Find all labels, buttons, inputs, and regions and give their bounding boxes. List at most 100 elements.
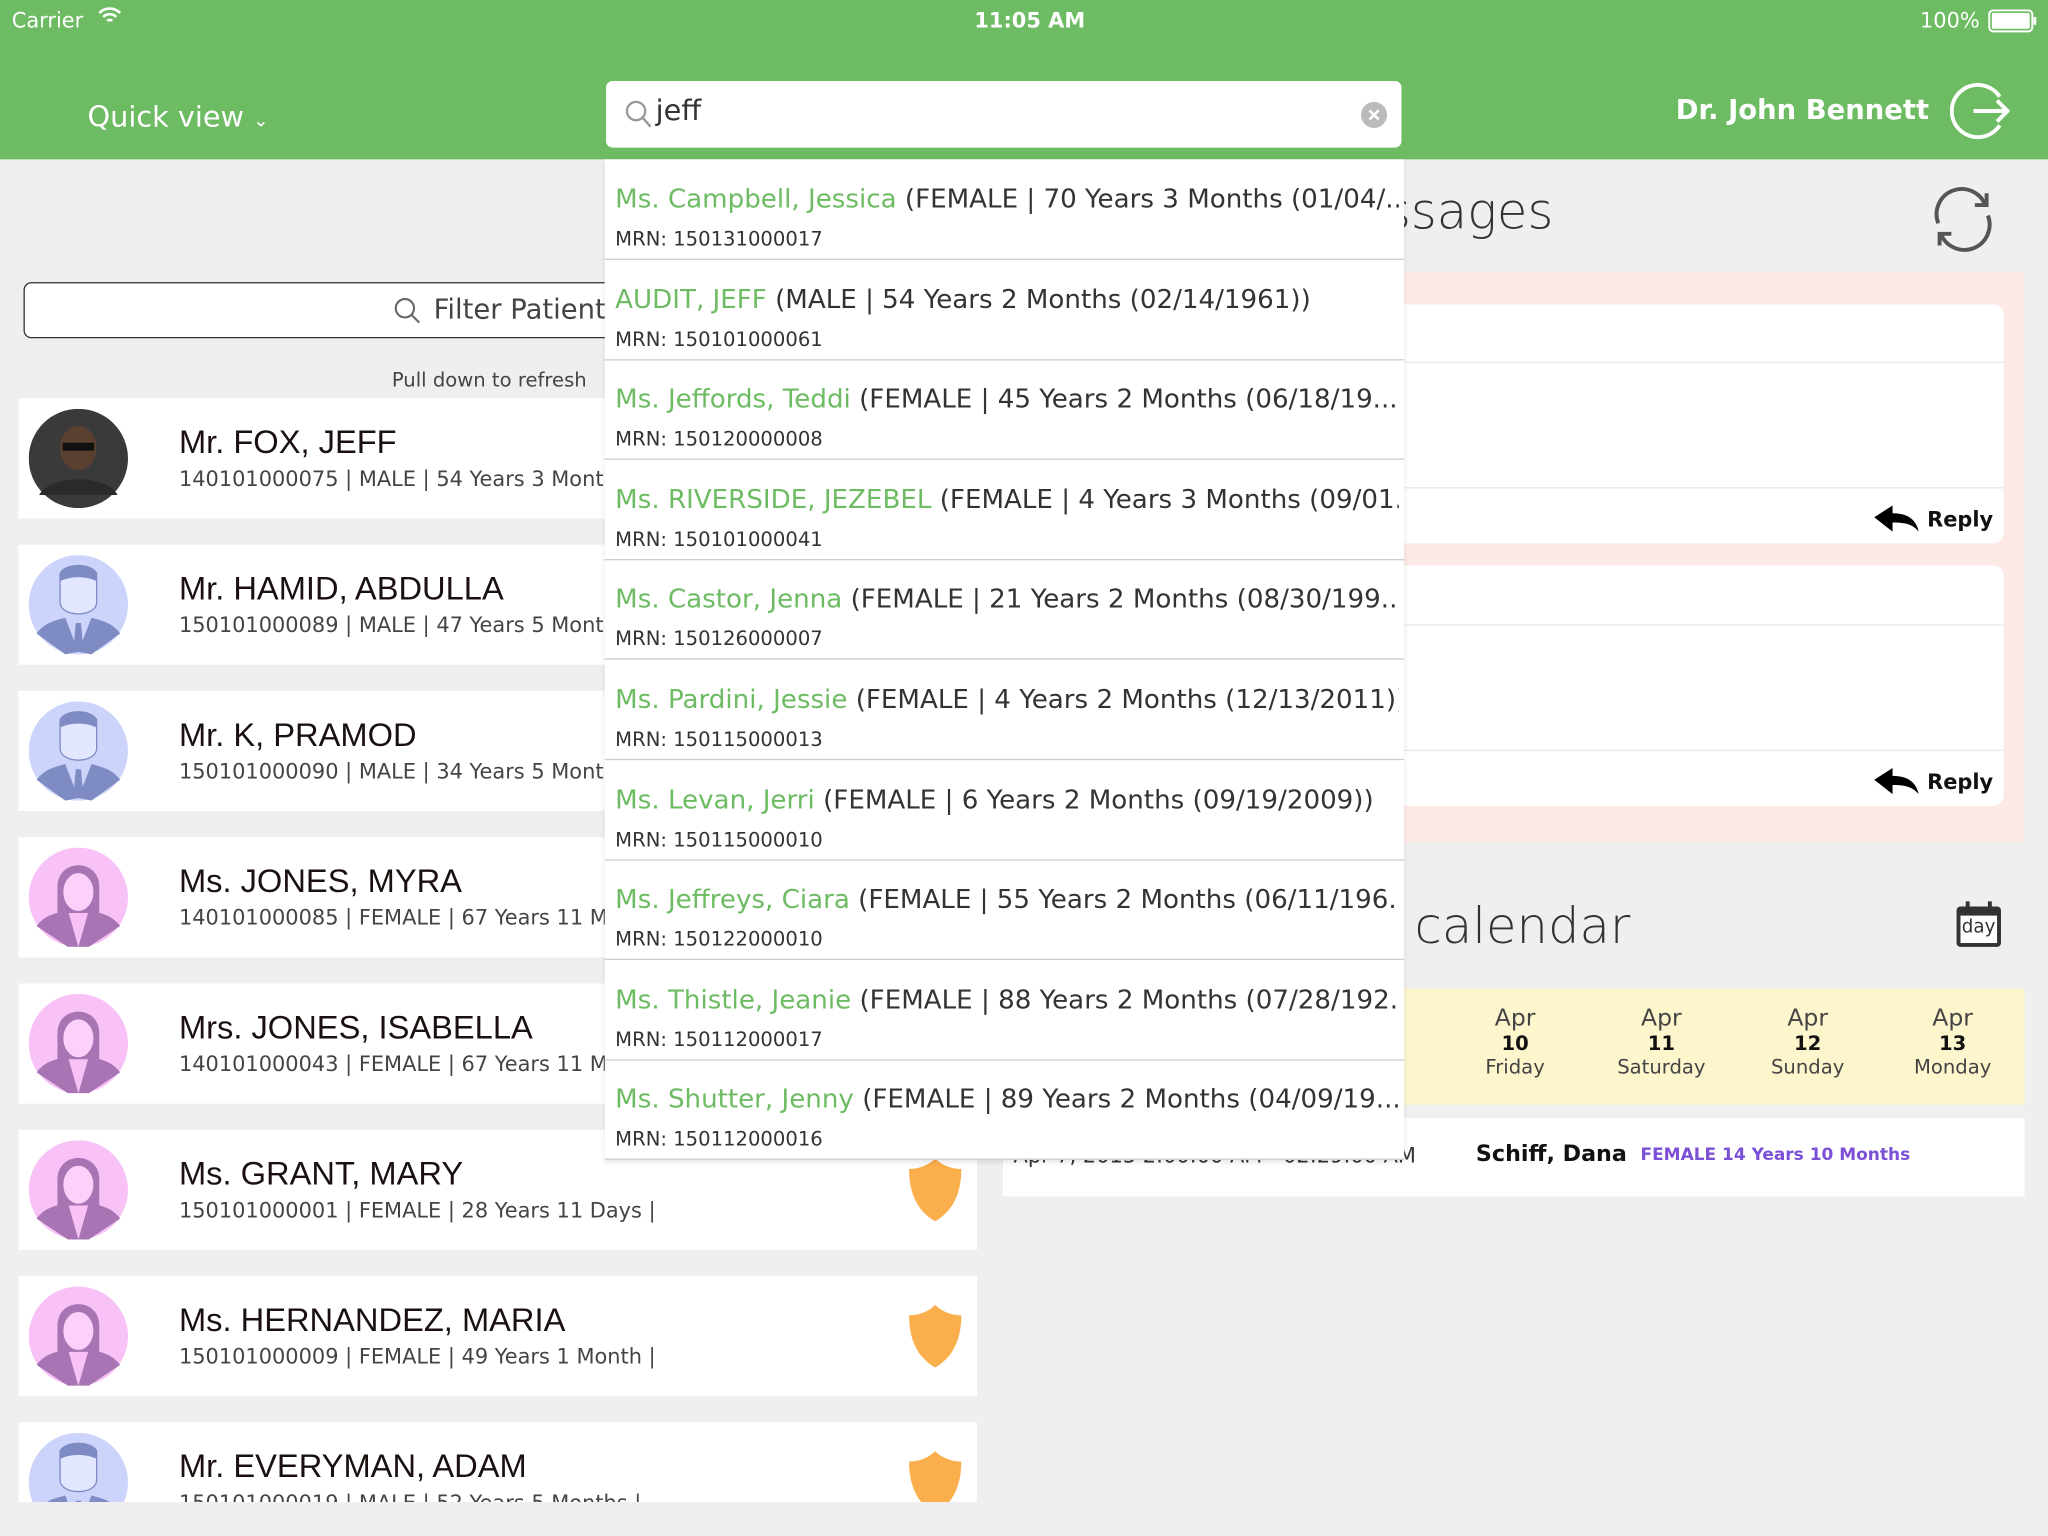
result-mrn: MRN: 150115000010 bbox=[615, 827, 823, 852]
result-info: (FEMALE | 21 Years 2 Months (08/30/199..… bbox=[850, 583, 1399, 615]
day-weekday: Monday bbox=[1913, 1055, 1992, 1079]
shield-icon bbox=[909, 1158, 962, 1222]
calendar-day[interactable]: Apr 10 Friday bbox=[1443, 1004, 1587, 1078]
avatar bbox=[28, 1432, 128, 1503]
search-result-item[interactable]: Ms. Pardini, Jessie (FEMALE | 4 Years 2 … bbox=[604, 660, 1405, 761]
patient-details: 150101000089 | MALE | 47 Years 5 Month bbox=[178, 612, 617, 638]
result-info: (FEMALE | 6 Years 2 Months (09/19/2009)) bbox=[823, 783, 1374, 815]
day-view-icon[interactable]: day bbox=[1955, 901, 2002, 948]
result-mrn: MRN: 150101000041 bbox=[615, 527, 823, 551]
avatar bbox=[28, 1140, 128, 1240]
refresh-icon[interactable] bbox=[1928, 184, 1999, 255]
result-mrn: MRN: 150112000017 bbox=[615, 1027, 823, 1052]
result-name: Ms. Castor, Jenna bbox=[615, 583, 843, 615]
calendar-day[interactable]: Apr 13 Monday bbox=[1881, 1004, 2025, 1078]
result-mrn: MRN: 150126000007 bbox=[615, 627, 823, 651]
patient-card[interactable]: Mr. EVERYMAN, ADAM 150101000019 | MALE |… bbox=[18, 1422, 977, 1503]
result-info: (FEMALE | 55 Years 2 Months (06/11/196..… bbox=[858, 883, 1399, 915]
day-month: Apr bbox=[1494, 1004, 1536, 1032]
avatar bbox=[28, 555, 128, 655]
patient-card[interactable]: Ms. HERNANDEZ, MARIA 150101000009 | FEMA… bbox=[18, 1276, 977, 1397]
patient-details: 140101000043 | FEMALE | 67 Years 11 Mo bbox=[178, 1051, 621, 1077]
avatar bbox=[28, 993, 128, 1094]
search-results-dropdown: Ms. Campbell, Jessica (FEMALE | 70 Years… bbox=[604, 159, 1405, 1161]
search-result-item[interactable]: Ms. Levan, Jerri (FEMALE | 6 Years 2 Mon… bbox=[604, 760, 1405, 861]
result-info: (MALE | 54 Years 2 Months (02/14/1961)) bbox=[775, 282, 1311, 315]
shield-icon bbox=[909, 1451, 962, 1503]
avatar bbox=[28, 1286, 128, 1386]
appointment-patient-info: FEMALE 14 Years 10 Months bbox=[1640, 1145, 1911, 1166]
patient-details: 150101000001 | FEMALE | 28 Years 11 Days… bbox=[178, 1197, 656, 1223]
shield-icon bbox=[909, 1304, 962, 1368]
result-info: (FEMALE | 4 Years 2 Months (12/13/2011)) bbox=[855, 683, 1399, 715]
result-mrn: MRN: 150115000013 bbox=[615, 727, 823, 752]
reply-icon bbox=[1874, 505, 1920, 532]
search-result-item[interactable]: Ms. Jeffords, Teddi (FEMALE | 45 Years 2… bbox=[604, 359, 1405, 460]
day-number: 10 bbox=[1501, 1031, 1529, 1056]
result-name: Ms. Thistle, Jeanie bbox=[615, 983, 852, 1015]
result-name: Ms. Jeffreys, Ciara bbox=[615, 883, 850, 915]
result-mrn: MRN: 150120000008 bbox=[615, 427, 823, 451]
result-mrn: MRN: 150131000017 bbox=[615, 227, 823, 251]
calendar-day[interactable]: Apr 11 Saturday bbox=[1590, 1004, 1734, 1078]
pull-to-refresh-hint: Pull down to refresh bbox=[391, 368, 587, 392]
patient-name: Mr. K, PRAMOD bbox=[178, 717, 417, 754]
result-info: (FEMALE | 89 Years 2 Months (04/09/19... bbox=[862, 1083, 1399, 1115]
filter-patient-input[interactable]: Filter Patient bbox=[23, 282, 638, 339]
day-number: 13 bbox=[1939, 1031, 1967, 1056]
patient-details: 150101000019 | MALE | 52 Years 5 Months … bbox=[179, 1490, 641, 1502]
search-result-item[interactable]: Ms. Campbell, Jessica (FEMALE | 70 Years… bbox=[604, 159, 1405, 260]
calendar-title: calendar bbox=[1414, 897, 1631, 955]
result-info: (FEMALE | 45 Years 2 Months (06/18/19... bbox=[859, 382, 1398, 415]
day-month: Apr bbox=[1787, 1004, 1828, 1032]
day-weekday: Saturday bbox=[1617, 1055, 1706, 1079]
patient-details: 150101000009 | FEMALE | 49 Years 1 Month… bbox=[178, 1343, 656, 1369]
search-result-item[interactable]: Ms. Thistle, Jeanie (FEMALE | 88 Years 2… bbox=[604, 960, 1405, 1061]
patient-name: Ms. HERNANDEZ, MARIA bbox=[178, 1302, 566, 1339]
result-info: (FEMALE | 4 Years 3 Months (09/01... bbox=[939, 482, 1399, 515]
patient-name: Mr. EVERYMAN, ADAM bbox=[178, 1448, 527, 1486]
patient-name: Ms. GRANT, MARY bbox=[178, 1155, 464, 1193]
search-result-item[interactable]: Ms. Jeffreys, Ciara (FEMALE | 55 Years 2… bbox=[604, 860, 1405, 961]
day-number: 11 bbox=[1647, 1031, 1676, 1056]
clear-search-icon[interactable] bbox=[1360, 101, 1388, 128]
result-name: Ms. Pardini, Jessie bbox=[615, 683, 848, 715]
result-name: Ms. Jeffords, Teddi bbox=[615, 382, 851, 415]
result-mrn: MRN: 150101000061 bbox=[615, 327, 823, 351]
filter-placeholder: Filter Patient bbox=[433, 293, 606, 326]
patient-name: Mr. FOX, JEFF bbox=[178, 424, 397, 462]
day-weekday: Sunday bbox=[1770, 1055, 1845, 1079]
logout-icon[interactable] bbox=[1950, 81, 2015, 141]
battery-label: 100% bbox=[1919, 7, 1980, 33]
reply-label: Reply bbox=[1927, 768, 1994, 794]
patient-name: Ms. JONES, MYRA bbox=[178, 863, 462, 900]
result-name: Ms. RIVERSIDE, JEZEBEL bbox=[615, 482, 932, 515]
reply-button[interactable]: Reply bbox=[1872, 504, 1993, 533]
result-info: (FEMALE | 70 Years 3 Months (01/04/... bbox=[904, 182, 1399, 215]
result-name: Ms. Levan, Jerri bbox=[615, 783, 815, 815]
result-mrn: MRN: 150112000016 bbox=[615, 1127, 823, 1152]
patient-name: Mrs. JONES, ISABELLA bbox=[178, 1009, 533, 1047]
search-result-item[interactable]: AUDIT, JEFF (MALE | 54 Years 2 Months (0… bbox=[604, 259, 1405, 360]
search-result-item[interactable]: Ms. Shutter, Jenny (FEMALE | 89 Years 2 … bbox=[604, 1060, 1405, 1161]
day-month: Apr bbox=[1641, 1004, 1682, 1032]
avatar bbox=[28, 408, 128, 509]
appointment-patient: Schiff, Dana bbox=[1475, 1141, 1627, 1168]
doctor-name: Dr. John Bennett bbox=[1675, 94, 1930, 126]
avatar bbox=[28, 847, 128, 947]
day-weekday: Friday bbox=[1485, 1055, 1545, 1079]
day-number: 12 bbox=[1794, 1031, 1822, 1056]
day-view-label: day bbox=[1961, 916, 1996, 938]
result-name: AUDIT, JEFF bbox=[615, 282, 767, 315]
patient-details: 150101000090 | MALE | 34 Years 5 Month bbox=[178, 758, 617, 784]
search-result-item[interactable]: Ms. RIVERSIDE, JEZEBEL (FEMALE | 4 Years… bbox=[604, 459, 1405, 561]
battery-icon bbox=[1988, 9, 2038, 38]
search-result-item[interactable]: Ms. Castor, Jenna (FEMALE | 21 Years 2 M… bbox=[604, 560, 1405, 661]
reply-button[interactable]: Reply bbox=[1872, 767, 1993, 796]
patient-name: Mr. HAMID, ABDULLA bbox=[178, 570, 504, 608]
reply-label: Reply bbox=[1927, 506, 1994, 531]
calendar-day[interactable]: Apr 12 Sunday bbox=[1736, 1004, 1880, 1078]
day-month: Apr bbox=[1932, 1004, 1973, 1032]
reply-icon bbox=[1874, 767, 1920, 795]
avatar bbox=[28, 701, 128, 801]
